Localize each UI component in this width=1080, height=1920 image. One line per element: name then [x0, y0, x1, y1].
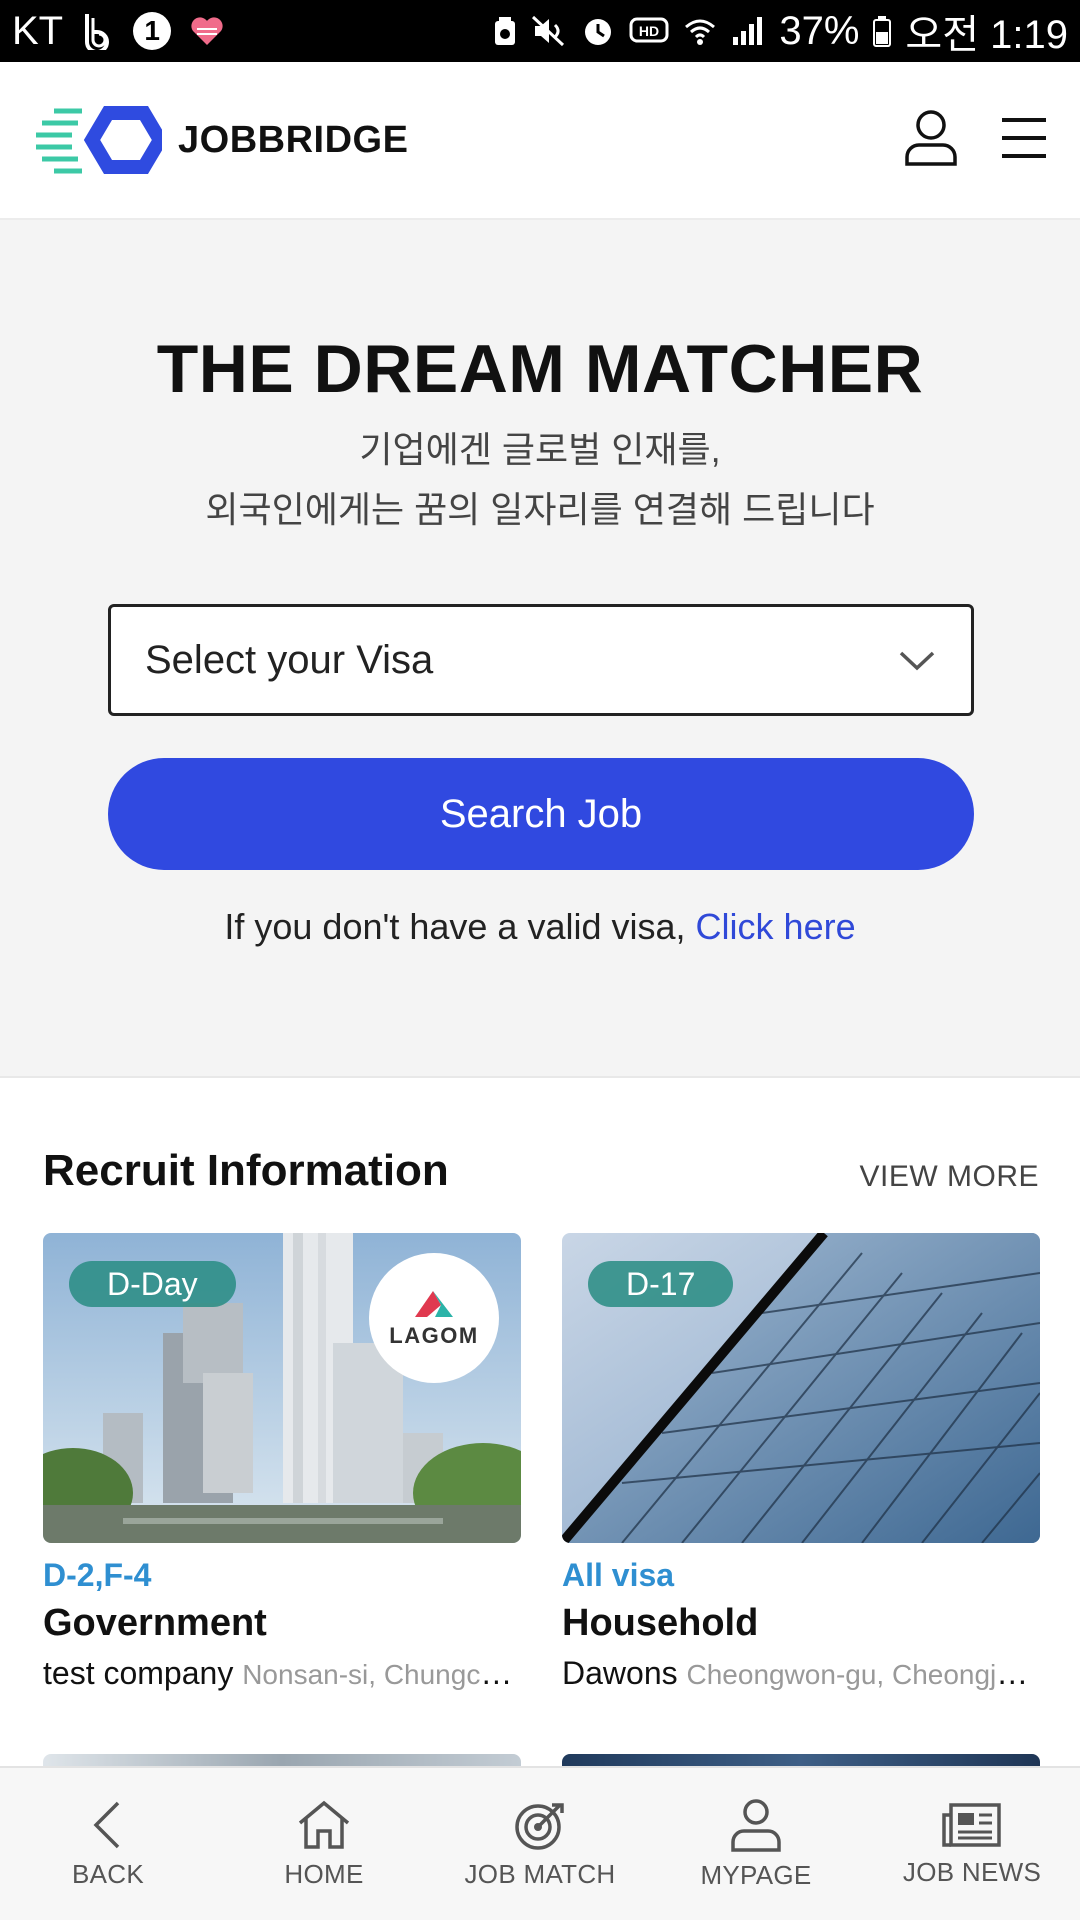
- job-card-location: Cheongwon-gu, Cheongju-si: [686, 1659, 1041, 1690]
- view-more-link[interactable]: VIEW MORE: [859, 1160, 1039, 1194]
- job-card-visa: D-2,F-4: [43, 1557, 152, 1593]
- lagom-logo-icon: [415, 1291, 453, 1317]
- search-job-button[interactable]: Search Job: [108, 758, 974, 870]
- hero-title: THE DREAM MATCHER: [156, 331, 924, 407]
- job-card-location: Nonsan-si, Chungcheongnam-do: [242, 1659, 521, 1690]
- chevron-down-icon: [897, 638, 937, 683]
- company-logo-text: LAGOM: [389, 1323, 479, 1348]
- battery-icon: [873, 15, 892, 47]
- click-here-link[interactable]: Click here: [696, 906, 856, 947]
- hero-subtitle-line-2: 외국인에게는 꿈의 일자리를 연결해 드립니다: [205, 489, 875, 530]
- recruit-section: Recruit Information VIEW MORE D-Day LAGO…: [0, 1078, 1080, 1774]
- nav-mypage[interactable]: MYPAGE: [648, 1768, 864, 1920]
- home-icon: [298, 1800, 350, 1849]
- job-card-company: test company: [43, 1655, 234, 1691]
- job-card-image: D-17: [562, 1233, 1040, 1543]
- target-icon: [515, 1802, 564, 1850]
- svg-text:HD: HD: [639, 23, 659, 39]
- signal-icon: [731, 15, 765, 47]
- nav-back[interactable]: BACK: [0, 1768, 216, 1920]
- job-card-visa: All visa: [562, 1557, 675, 1593]
- job-card-title: Household: [562, 1602, 759, 1644]
- job-card-meta: test company Nonsan-si, Chungcheongnam-d…: [43, 1655, 521, 1692]
- battery-percent: 37%: [779, 8, 860, 53]
- heart-icon: [189, 15, 225, 47]
- nav-job-match-label: JOB MATCH: [464, 1858, 616, 1889]
- dday-badge: D-17: [588, 1261, 734, 1307]
- dday-badge: D-Day: [69, 1261, 236, 1307]
- b-app-icon: [81, 12, 115, 50]
- carrier-label: KT: [12, 8, 64, 53]
- section-title: Recruit Information: [43, 1146, 449, 1195]
- nav-job-match[interactable]: JOB MATCH: [432, 1768, 648, 1920]
- job-card-company: Dawons: [562, 1655, 678, 1691]
- nav-back-label: BACK: [71, 1858, 144, 1889]
- hero-subtitle: 기업에겐 글로벌 인재를, 외국인에게는 꿈의 일자리를 연결해 드립니다: [0, 420, 1080, 540]
- alarm-icon: [581, 14, 615, 48]
- user-icon: [731, 1798, 781, 1852]
- back-chevron-icon: [93, 1801, 120, 1848]
- hamburger-menu-icon[interactable]: [1000, 116, 1048, 165]
- nav-mypage-label: MYPAGE: [700, 1859, 812, 1890]
- nav-home-label: HOME: [284, 1858, 364, 1889]
- status-bar: KT 1 HD 37% 오전 1:19: [0, 0, 1080, 62]
- hero-subtitle-line-1: 기업에겐 글로벌 인재를,: [359, 429, 721, 470]
- bottom-navigation: BACK HOME JOB MATCH MYPAGE JOB NEWS: [0, 1766, 1080, 1920]
- clock: 오전 1:19: [905, 13, 1068, 57]
- job-card-image: D-Day LAGOM: [43, 1233, 521, 1543]
- visa-note: If you don't have a valid visa, Click he…: [0, 906, 1080, 948]
- app-header: JOBBRIDGE: [0, 62, 1080, 220]
- hero-section: THE DREAM MATCHER 기업에겐 글로벌 인재를, 외국인에게는 꿈…: [0, 220, 1080, 1078]
- mute-icon: [531, 15, 567, 47]
- user-icon[interactable]: [904, 109, 958, 172]
- wifi-icon: [683, 15, 717, 47]
- logo-mark-icon: [36, 106, 162, 174]
- newspaper-icon: [942, 1802, 1001, 1847]
- storage-icon: [493, 15, 517, 47]
- nav-job-news-label: JOB NEWS: [902, 1856, 1042, 1887]
- visa-select[interactable]: Select your Visa: [108, 604, 974, 716]
- job-card[interactable]: D-17 All visa Household Dawons Cheongwon…: [562, 1233, 1040, 1692]
- visa-select-label: Select your Visa: [145, 637, 434, 682]
- hd-icon: HD: [629, 16, 669, 46]
- notification-count-badge: 1: [133, 12, 172, 50]
- job-card[interactable]: D-Day LAGOM D-2,F-4 Government test comp…: [43, 1233, 521, 1692]
- logo-text: JOBBRIDGE: [178, 118, 409, 161]
- visa-note-text: If you don't have a valid visa,: [224, 906, 686, 947]
- nav-job-news[interactable]: JOB NEWS: [864, 1768, 1080, 1920]
- job-card-meta: Dawons Cheongwon-gu, Cheongju-si: [562, 1655, 1040, 1692]
- nav-home[interactable]: HOME: [216, 1768, 432, 1920]
- company-logo: LAGOM: [369, 1253, 499, 1383]
- jobbridge-logo[interactable]: JOBBRIDGE: [32, 105, 408, 175]
- job-card-title: Government: [43, 1602, 267, 1644]
